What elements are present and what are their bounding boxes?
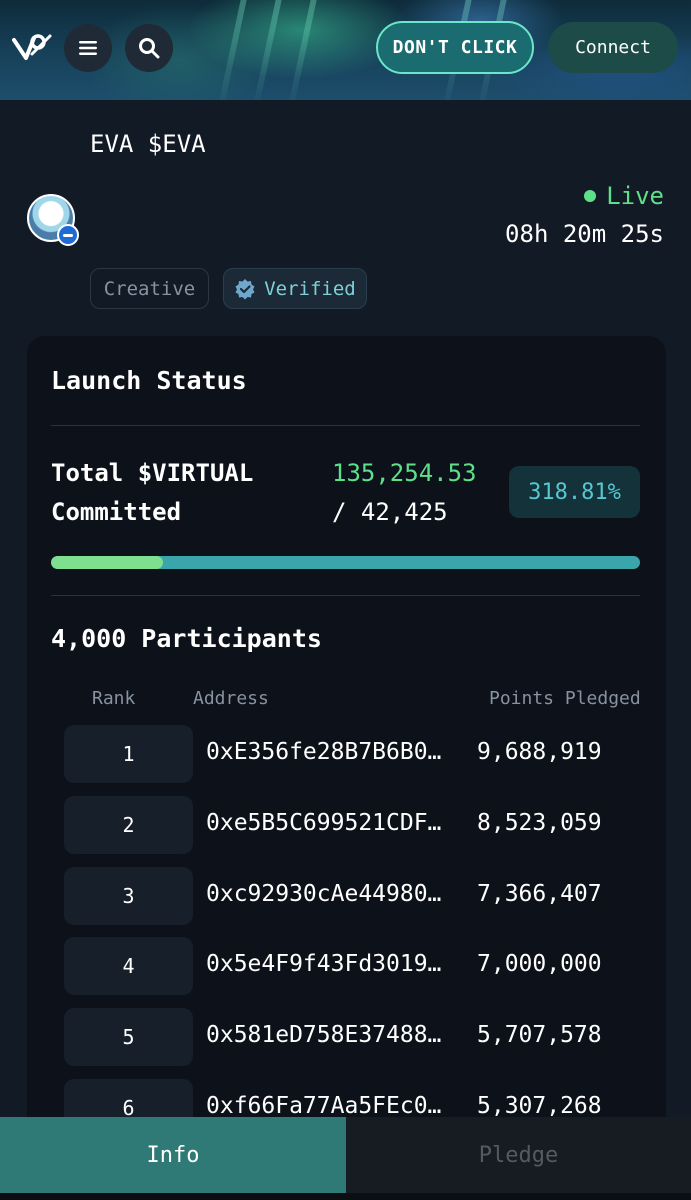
table-row[interactable]: 1 0xE356fe28B7B6B0… 9,688,919	[27, 725, 666, 783]
tag-verified-label: Verified	[264, 277, 356, 300]
token-title: EVA $EVA	[90, 130, 206, 158]
rank-cell: 3	[64, 867, 193, 925]
committed-value: 135,254.53	[332, 459, 477, 487]
rank-cell: 5	[64, 1008, 193, 1066]
total-label-line1: Total $VIRTUAL	[51, 459, 254, 487]
menu-button[interactable]	[64, 24, 112, 72]
aurora-decoration	[287, 0, 319, 100]
total-label-line2: Committed	[51, 498, 182, 526]
address-cell[interactable]: 0xc92930cAe44980…	[206, 881, 468, 907]
aurora-decoration	[217, 0, 249, 100]
total-committed-amount: 135,254.53 / 42,425	[332, 454, 477, 532]
live-status: Live	[584, 182, 664, 210]
points-cell: 7,366,407	[477, 881, 602, 907]
live-dot-icon	[584, 190, 597, 202]
launch-progress-fill	[51, 556, 163, 569]
hamburger-menu-icon	[79, 41, 97, 55]
table-row[interactable]: 3 0xc92930cAe44980… 7,366,407	[27, 867, 666, 925]
rank-cell: 2	[64, 796, 193, 854]
points-cell: 5,707,578	[477, 1022, 602, 1048]
verified-badge-icon	[235, 278, 255, 299]
address-cell[interactable]: 0x5e4F9f43Fd3019…	[206, 951, 468, 977]
points-cell: 7,000,000	[477, 951, 602, 977]
launch-progress-bar	[51, 556, 640, 569]
total-committed-label: Total $VIRTUAL Committed	[51, 454, 253, 532]
rank-cell: 1	[64, 725, 193, 783]
live-status-label: Live	[606, 182, 664, 210]
column-header-rank: Rank	[92, 688, 136, 709]
tag-creative[interactable]: Creative	[90, 268, 209, 309]
divider	[51, 595, 640, 596]
search-button[interactable]	[125, 24, 173, 72]
address-cell[interactable]: 0x581eD758E37488…	[206, 1022, 468, 1048]
table-row[interactable]: 4 0x5e4F9f43Fd3019… 7,000,000	[27, 937, 666, 995]
goal-value: / 42,425	[332, 498, 448, 526]
points-cell: 8,523,059	[477, 810, 602, 836]
launch-status-card: Launch Status Total $VIRTUAL Committed 1…	[27, 336, 666, 1137]
table-row[interactable]: 2 0xe5B5C699521CDF… 8,523,059	[27, 796, 666, 854]
points-cell: 5,307,268	[477, 1093, 602, 1119]
dont-click-button[interactable]: DON'T CLICK	[376, 21, 534, 74]
points-cell: 9,688,919	[477, 739, 602, 765]
divider	[51, 425, 640, 426]
rank-cell: 4	[64, 937, 193, 995]
search-icon	[139, 38, 160, 59]
address-cell[interactable]: 0xe5B5C699521CDF…	[206, 810, 468, 836]
virtuals-logo-icon[interactable]	[12, 28, 52, 64]
column-header-address: Address	[193, 688, 269, 709]
address-cell[interactable]: 0xf66Fa77Aa5FEc0…	[206, 1093, 468, 1119]
bottom-tab-bar: Info Pledge	[0, 1117, 691, 1193]
participants-count: 4,000 Participants	[51, 624, 322, 653]
connect-wallet-button[interactable]: Connect	[548, 22, 678, 73]
launch-status-title: Launch Status	[51, 366, 247, 395]
aurora-decoration	[252, 0, 284, 100]
address-cell[interactable]: 0xE356fe28B7B6B0…	[206, 739, 468, 765]
countdown-timer: 08h 20m 25s	[505, 220, 664, 248]
tab-pledge[interactable]: Pledge	[346, 1117, 691, 1193]
table-row[interactable]: 5 0x581eD758E37488… 5,707,578	[27, 1008, 666, 1066]
percent-badge: 318.81%	[509, 466, 640, 518]
column-header-points: Points Pledged	[489, 688, 640, 709]
tab-info[interactable]: Info	[0, 1117, 346, 1193]
bottom-strip	[0, 1193, 691, 1200]
minus-badge-icon	[57, 224, 79, 246]
top-header: DON'T CLICK Connect	[0, 0, 691, 100]
tag-verified[interactable]: Verified	[223, 268, 367, 309]
